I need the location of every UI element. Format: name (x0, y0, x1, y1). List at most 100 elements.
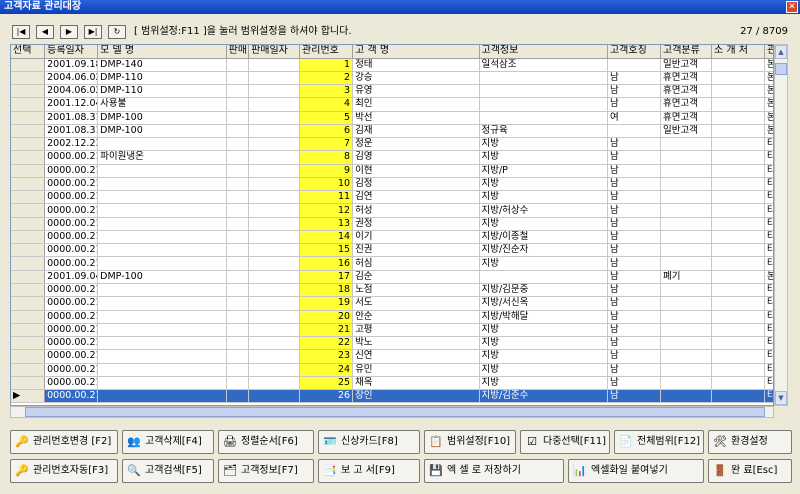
action-button[interactable]: 🔑 관리번호변경 [F2] (10, 430, 118, 454)
table-row[interactable]: 0000.00.21 15진권지방/진순자남 타사 (11, 243, 773, 258)
column-header[interactable]: 등록일자 (44, 45, 99, 59)
prev-record-icon[interactable]: ◀ (36, 25, 54, 39)
row-selector[interactable] (11, 336, 46, 351)
table-row[interactable]: 0000.00.21 13권정지방남 타사 (11, 217, 773, 231)
action-button[interactable]: 🚪 완 료[Esc] (708, 459, 792, 483)
row-selector[interactable] (11, 97, 46, 112)
row-selector[interactable] (11, 230, 46, 245)
table-row[interactable]: 2001.09.04DMP-100 17김순 남폐기 본사 (11, 270, 773, 285)
action-button[interactable]: ☑ 다중선택[F11] (520, 430, 610, 454)
table-cell (97, 256, 227, 271)
row-selector[interactable] (11, 190, 46, 205)
row-selector[interactable] (11, 177, 46, 192)
table-row[interactable]: 0000.00.21 9이현지방/P남 타사 (11, 164, 773, 178)
customer-grid[interactable]: 선택 등록일자 모 델 명 판매 판매일자 관리번호 고 객 명 고객정보 고객호칭 고객분류 소 … (10, 44, 774, 406)
row-selector[interactable] (11, 270, 46, 285)
table-row[interactable]: 2004.06.02DMP-110 3유영 남휴면고객 본사 (11, 84, 773, 99)
row-selector[interactable] (11, 124, 46, 139)
row-selector[interactable] (11, 84, 46, 99)
column-header[interactable]: 고객정보 (479, 45, 608, 59)
row-selector[interactable] (11, 71, 46, 86)
table-row[interactable]: ▶0000.00.21 26장인지방/김준수남 타사 (11, 389, 773, 404)
action-button[interactable]: 🔑 관리번호자동[F3] (10, 459, 118, 483)
table-row[interactable]: 0000.00.21파이원냉온 8김영지방남 타사 (11, 150, 773, 165)
row-selector[interactable] (11, 323, 46, 338)
column-header[interactable]: 고 객 명 (352, 45, 480, 59)
table-row[interactable]: 0000.00.21 23신연지방남 타사 (11, 349, 773, 364)
horizontal-scrollbar[interactable] (10, 406, 774, 418)
table-row[interactable]: 0000.00.21 14이기지방/이종철남 타사 (11, 230, 773, 245)
table-row[interactable]: 0000.00.21 20안순지방/박해달남 타사 (11, 310, 773, 324)
column-header[interactable]: 관리번호 (299, 45, 354, 59)
table-row[interactable]: 0000.00.21 24유민지방남 타사 (11, 363, 773, 377)
table-row[interactable]: 0000.00.21 12허성지방/허상수남 타사 (11, 203, 773, 218)
table-row[interactable]: 2004.06.02DMP-110 2강승 남휴면고객 본사 (11, 71, 773, 86)
horizontal-scroll-thumb[interactable] (25, 407, 765, 417)
table-row[interactable]: 2002.12.23 7정운지방남 타사 (11, 137, 773, 152)
column-header[interactable]: 고객분류 (660, 45, 712, 59)
table-cell: 12 (299, 203, 354, 218)
column-header[interactable]: 판매 (226, 45, 250, 59)
row-selector[interactable] (11, 217, 46, 231)
scroll-up-icon[interactable]: ▲ (775, 45, 787, 59)
table-row[interactable]: 0000.00.21 19서도지방/서신옥남 타사 (11, 296, 773, 311)
table-cell: 타사 (764, 323, 773, 338)
action-button[interactable]: 📋 범위설정[F10] (424, 430, 516, 454)
row-selector[interactable] (11, 137, 46, 152)
row-selector[interactable] (11, 58, 46, 72)
action-button[interactable]: 🔍 고객검색[F5] (122, 459, 214, 483)
scroll-down-icon[interactable]: ▼ (775, 391, 787, 405)
table-row[interactable]: 2001.12.04사용불 4최인 남휴면고객 본사 (11, 97, 773, 112)
column-header[interactable]: 모 델 명 (97, 45, 227, 59)
action-button[interactable]: 🗂 고객정보[F7] (218, 459, 314, 483)
table-row[interactable]: 0000.00.21 16허심지방남 타사 (11, 256, 773, 271)
action-button[interactable]: 📑 보 고 서[F9] (318, 459, 420, 483)
first-record-icon[interactable]: |◀ (12, 25, 30, 39)
vertical-scrollbar[interactable]: ▲ ▼ (774, 44, 788, 406)
row-selector[interactable] (11, 203, 46, 218)
column-header[interactable]: 관리 (764, 45, 773, 59)
close-icon[interactable]: ✕ (786, 1, 798, 13)
row-selector[interactable] (11, 256, 46, 271)
row-selector[interactable] (11, 349, 46, 364)
table-cell (711, 296, 766, 311)
action-button[interactable]: 💾 엑 셀 로 저장하기 (424, 459, 564, 483)
table-row[interactable]: 2001.08.31DMP-100 5박선 여휴면고객 본사 (11, 111, 773, 125)
action-button[interactable]: 📊 엑셀화일 붙여넣기 (568, 459, 704, 483)
table-row[interactable]: 0000.00.21 18노점지방/김문중남 타사 (11, 283, 773, 298)
row-selector[interactable] (11, 150, 46, 165)
action-button[interactable]: 🪪 신상카드[F8] (318, 430, 420, 454)
table-row[interactable]: 2001.08.31DMP-100 6김재정규육 일반고객 본사 (11, 124, 773, 139)
table-cell: 2001.08.31 (44, 111, 99, 125)
action-button[interactable]: 👥 고객삭제[F4] (122, 430, 214, 454)
last-record-icon[interactable]: ▶| (84, 25, 102, 39)
refresh-icon[interactable]: ↻ (108, 25, 126, 39)
row-selector[interactable] (11, 376, 46, 391)
column-header[interactable]: 소 개 처 (711, 45, 766, 59)
row-selector[interactable] (11, 363, 46, 377)
next-record-icon[interactable]: ▶ (60, 25, 78, 39)
row-selector[interactable] (11, 283, 46, 298)
action-button[interactable]: 🖨 정렬순서[F6] (218, 430, 314, 454)
table-row[interactable]: 2001.09.18DMP-140 1정태일석삼조 일반고객 본사 (11, 58, 773, 72)
row-selector[interactable] (11, 310, 46, 324)
action-button[interactable]: 📄 전체범위[F12] (614, 430, 704, 454)
row-selector[interactable]: ▶ (11, 389, 46, 404)
table-cell (711, 363, 766, 377)
row-selector[interactable] (11, 243, 46, 258)
table-row[interactable]: 0000.00.21 10김정지방남 타사 (11, 177, 773, 192)
row-selector[interactable] (11, 164, 46, 178)
column-header[interactable]: 판매일자 (248, 45, 301, 59)
table-row[interactable]: 0000.00.21 11김연지방남 타사 (11, 190, 773, 205)
row-selector[interactable] (11, 296, 46, 311)
row-selector[interactable] (11, 111, 46, 125)
vertical-scroll-thumb[interactable] (775, 63, 787, 75)
column-header[interactable]: 선택 (11, 45, 46, 59)
table-cell: 8 (299, 150, 354, 165)
table-row[interactable]: 0000.00.21 21고평지방남 타사 (11, 323, 773, 338)
table-row[interactable]: 0000.00.21 22박노지방남 타사 (11, 336, 773, 351)
action-button[interactable]: 🛠 환경설정 (708, 430, 792, 454)
table-cell (248, 296, 301, 311)
table-row[interactable]: 0000.00.21 25채옥지방남 타사 (11, 376, 773, 391)
column-header[interactable]: 고객호칭 (607, 45, 662, 59)
